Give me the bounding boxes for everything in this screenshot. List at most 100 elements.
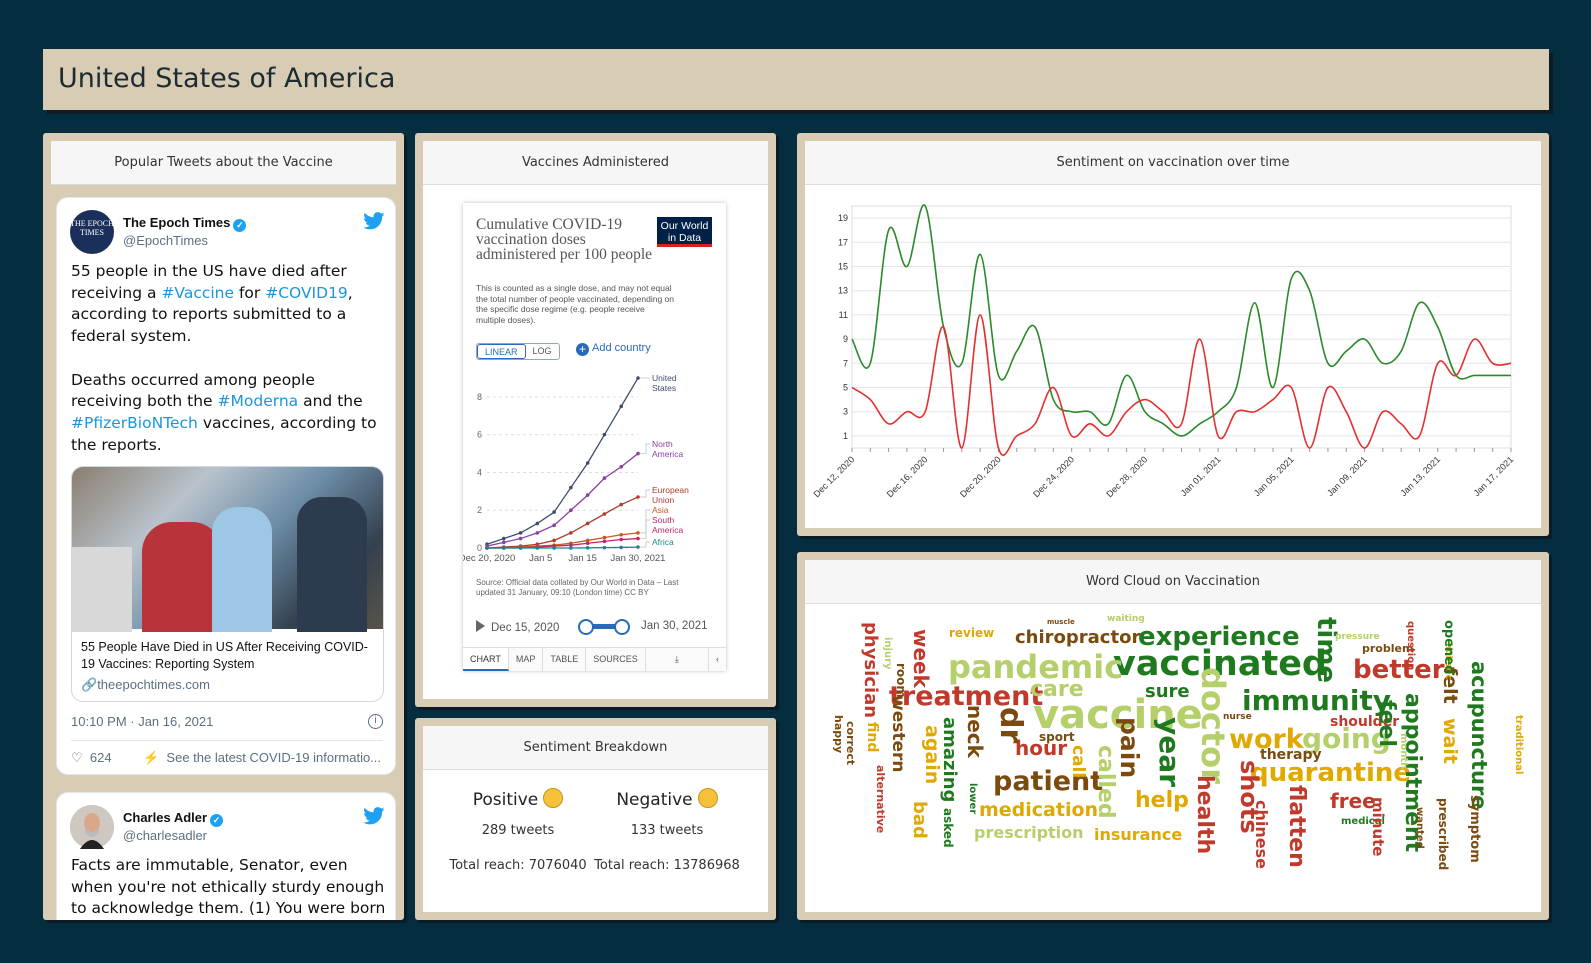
y-tick-label: 4 [477, 467, 482, 477]
data-point [619, 545, 624, 550]
sentiment-breakdown-title: Sentiment Breakdown [423, 726, 768, 770]
data-point [585, 461, 590, 465]
cloud-word: chiropractor [1015, 627, 1141, 648]
negative-tweet-count: 133 tweets [630, 823, 704, 838]
data-point [552, 510, 556, 514]
covid-info-link[interactable]: ⚡ See the latest COVID-19 informatio... [143, 750, 383, 766]
data-point [602, 535, 607, 540]
add-country-button[interactable]: + Add country [576, 342, 651, 356]
y-tick-label: 9 [843, 334, 848, 344]
series-label: United [652, 373, 677, 383]
tab-sources[interactable]: SOURCES [586, 648, 646, 671]
cloud-word: care [1030, 677, 1084, 702]
owid-logo[interactable]: Our World in Data [657, 217, 712, 247]
series-label: South [652, 515, 674, 525]
sentiment-breakdown-body: Sentiment Breakdown Positive 289 tweets … [423, 726, 768, 912]
cloud-word: lower [967, 783, 978, 815]
tweet-card[interactable]: Charles Adler ✓ @charlesadler Facts are i… [56, 792, 396, 920]
cloud-word: week [909, 629, 933, 688]
data-point [619, 404, 624, 409]
tweet-author-name[interactable]: The Epoch Times ✓ [123, 215, 247, 232]
cloud-word: help [1135, 788, 1189, 813]
timeline-slider[interactable] [578, 619, 630, 635]
tweet-timestamp[interactable]: 10:10 PM · Jan 16, 2021 [71, 714, 213, 729]
tweets-panel-body[interactable]: Popular Tweets about the Vaccine THE EPO… [51, 141, 396, 920]
owid-source: Source: Official data collated by Our Wo… [476, 578, 679, 597]
owid-subtitle: This is counted as a single dose, and ma… [476, 283, 675, 325]
data-point [518, 531, 523, 535]
negative-reach: Total reach: 13786968 [594, 858, 740, 873]
cloud-word: prescribed [1436, 798, 1450, 871]
x-tick-label: Jan 17, 2021 [1472, 454, 1516, 498]
tweet-card[interactable]: THE EPOCH TIMES The Epoch Times ✓ @EpochT… [56, 197, 396, 775]
tweet-author-handle[interactable]: @EpochTimes [123, 233, 208, 248]
cloud-word: correct [844, 721, 857, 766]
linear-scale-button[interactable]: LINEAR [477, 344, 526, 359]
tab-map[interactable]: MAP [509, 648, 544, 671]
tweets-panel-title: Popular Tweets about the Vaccine [51, 141, 396, 185]
hashtag-link[interactable]: #COVID19 [265, 284, 348, 302]
owid-line-chart[interactable]: 0 2 4 6 8 Dec 20, 2020 Jan 5 Jan 15 Jan 30, 2021… [463, 368, 726, 568]
tweet-link-card[interactable]: 55 People Have Died in US After Receivin… [71, 466, 384, 702]
tweet-text: 55 people in the US have died after rece… [71, 261, 386, 456]
x-tick-label: Dec 28, 2020 [1104, 454, 1149, 499]
download-icon[interactable]: ⤓ [646, 648, 709, 671]
data-point [585, 541, 590, 546]
info-icon[interactable]: i [368, 714, 383, 729]
y-tick-label: 1 [843, 431, 848, 441]
cloud-word: medication [979, 799, 1099, 821]
twitter-bird-icon[interactable] [363, 807, 385, 825]
sentiment-line-chart[interactable]: 135791113151719Dec 12, 2020 Dec 16, 2020 D… [805, 186, 1541, 528]
tab-table[interactable]: TABLE [543, 648, 587, 671]
word-cloud: vaccinated vaccine pandemic experience chiro… [805, 605, 1541, 912]
tweet-text-segment: for [234, 283, 266, 302]
page-title: United States of America [58, 63, 396, 94]
hashtag-link[interactable]: #PfizerBioNTech [71, 414, 198, 432]
data-point [619, 502, 624, 507]
cloud-word: injury [882, 637, 893, 670]
data-point [535, 521, 540, 526]
play-icon[interactable] [476, 620, 485, 632]
cloud-word: better [1353, 655, 1445, 685]
twitter-bird-icon[interactable] [363, 212, 385, 230]
cloud-word: dr [993, 707, 1028, 744]
cloud-word: neck [963, 705, 987, 758]
cloud-word: review [949, 626, 995, 640]
tweet-author-handle[interactable]: @charlesadler [123, 828, 207, 843]
add-country-label: Add country [592, 342, 651, 354]
tweet-link-domain: 🔗theepochtimes.com [81, 677, 210, 693]
hashtag-link[interactable]: #Vaccine [161, 284, 234, 302]
cloud-word: sure [1145, 681, 1190, 702]
tab-chart[interactable]: CHART [463, 648, 509, 671]
series-label: America [652, 449, 683, 459]
owid-embed[interactable]: Cumulative COVID-19 vaccination doses ad… [463, 203, 726, 671]
tweet-text-segment: and the [298, 392, 363, 411]
cloud-word: opened [1441, 620, 1456, 675]
x-tick-label: Jan 05, 2021 [1252, 454, 1296, 498]
vaccines-panel-body: Vaccines Administered Cumulative COVID-1… [423, 141, 768, 699]
data-point [602, 512, 607, 516]
cloud-word: wait [1439, 718, 1461, 764]
scale-toggle[interactable]: LINEAR LOG [476, 343, 560, 360]
avatar[interactable] [70, 805, 114, 849]
data-point [636, 545, 640, 549]
y-tick-label: 15 [838, 262, 848, 272]
like-button[interactable]: ♡ 624 [71, 750, 112, 766]
sentiment-time-title: Sentiment on vaccination over time [805, 141, 1541, 185]
data-point [535, 546, 540, 550]
data-point [602, 476, 607, 480]
tweet-author-name[interactable]: Charles Adler ✓ [123, 810, 224, 827]
log-scale-button[interactable]: LOG [526, 344, 559, 359]
data-point [569, 508, 573, 513]
positive-tweet-count: 289 tweets [481, 823, 555, 838]
series-label: America [652, 525, 683, 535]
cloud-word: minute [1369, 797, 1387, 857]
avatar-text: THE EPOCH TIMES [70, 219, 114, 237]
avatar[interactable]: THE EPOCH TIMES [70, 210, 114, 254]
series-label: Africa [652, 537, 674, 547]
y-tick-label: 17 [838, 237, 848, 247]
hashtag-link[interactable]: #Moderna [218, 392, 299, 410]
chevron-left-icon[interactable]: ‹ [709, 648, 726, 671]
data-point [636, 536, 640, 541]
x-tick-label: Jan 13, 2021 [1398, 454, 1442, 498]
